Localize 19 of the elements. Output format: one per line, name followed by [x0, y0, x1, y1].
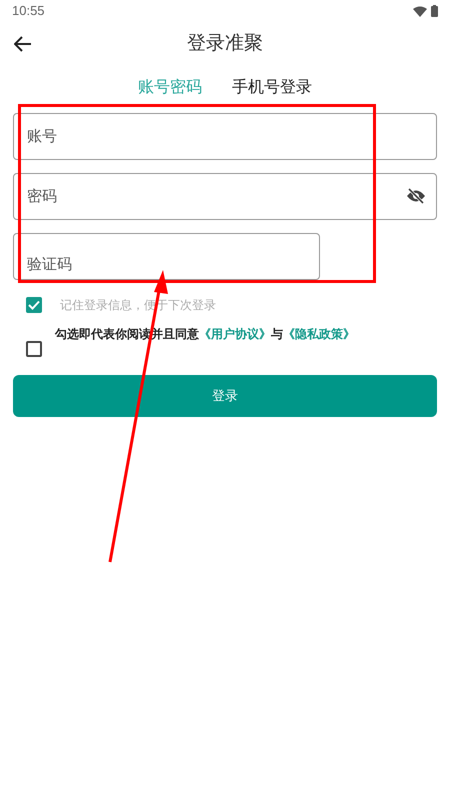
eye-off-icon [406, 188, 426, 204]
back-arrow-icon [14, 36, 32, 52]
input-field[interactable]: 验证码 [13, 233, 320, 280]
checkbox[interactable] [26, 341, 42, 357]
checkbox[interactable] [26, 297, 42, 313]
page-title: 登录准聚 [187, 32, 263, 56]
login-button[interactable]: 登录 [13, 375, 437, 417]
tab[interactable]: 手机号登录 [232, 76, 312, 100]
agreement-link[interactable]: 《用户协议》 [199, 327, 271, 341]
checkmark-icon [28, 300, 40, 310]
battery-icon [431, 5, 438, 17]
tab[interactable]: 账号密码 [138, 76, 202, 100]
input-field[interactable]: 密码 [13, 173, 437, 220]
agreement-link[interactable]: 《隐私政策》 [283, 327, 355, 341]
input-field[interactable]: 账号 [13, 113, 437, 160]
back-button[interactable] [12, 34, 34, 54]
status-time: 10:55 [12, 2, 45, 20]
wifi-icon [413, 6, 427, 16]
visibility-toggle-button[interactable] [405, 186, 427, 206]
